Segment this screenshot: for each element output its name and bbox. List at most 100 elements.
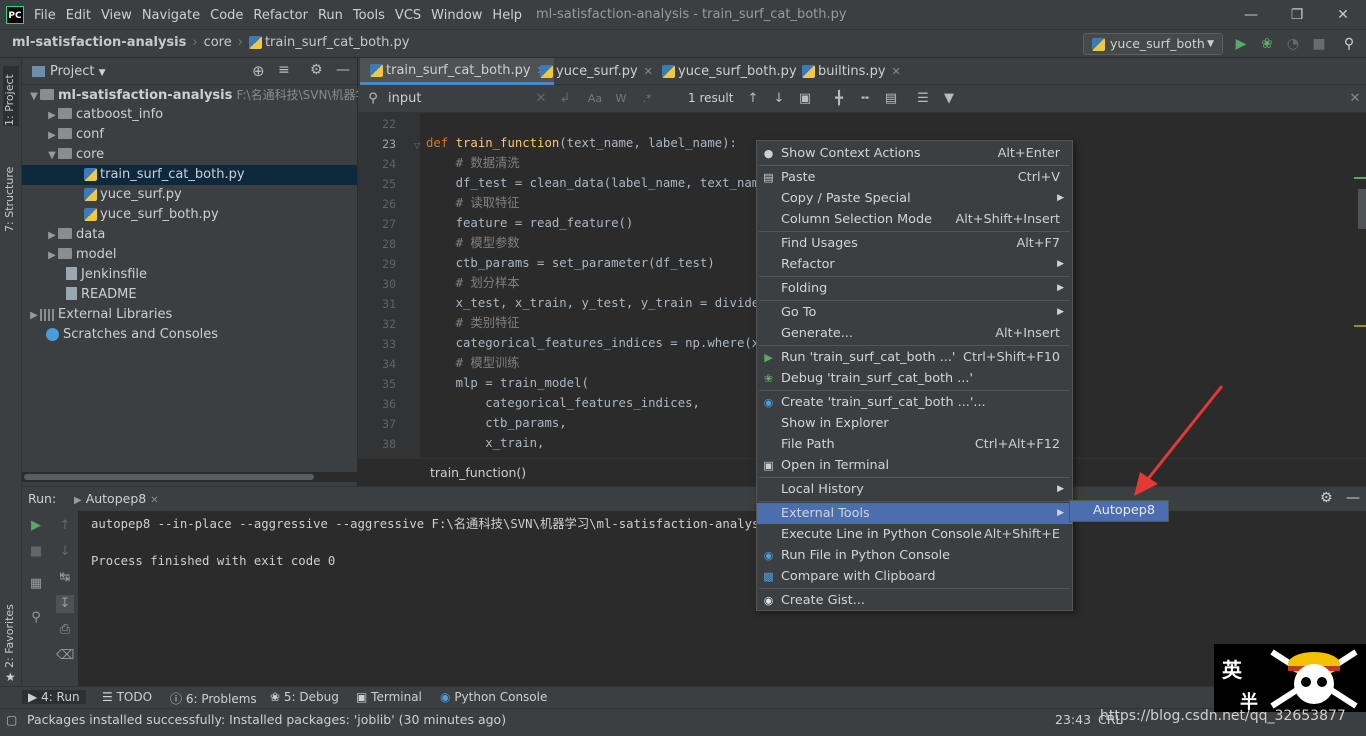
- gear-icon[interactable]: ⚙: [310, 62, 323, 78]
- project-view-select[interactable]: Project ▼: [50, 64, 106, 79]
- caret-position[interactable]: 23:43: [1055, 712, 1091, 727]
- breadcrumb-folder[interactable]: core: [204, 35, 232, 50]
- close-icon[interactable]: ✕: [1346, 90, 1364, 108]
- menu-item-folding[interactable]: Folding ▶: [757, 278, 1072, 299]
- menu-item-open-in-terminal[interactable]: ▣ Open in Terminal: [757, 455, 1072, 476]
- menu-item-debug[interactable]: ❀ Debug 'train_surf_cat_both ...': [757, 368, 1072, 389]
- minimize-icon[interactable]: —: [1228, 0, 1274, 30]
- status-toggle-icon[interactable]: ▢: [6, 713, 17, 727]
- menu-item-file-path[interactable]: File Path Ctrl+Alt+F12: [757, 434, 1072, 455]
- debug-icon[interactable]: ❀: [1258, 35, 1276, 53]
- locate-icon[interactable]: ⊕: [252, 62, 265, 80]
- expand-icon[interactable]: ▶: [46, 246, 58, 266]
- tree-item-catboost-info[interactable]: ▶ catboost_info: [22, 105, 357, 125]
- menu-item-show-in-explorer[interactable]: Show in Explorer: [757, 413, 1072, 434]
- tab-debug[interactable]: ❀ 5: Debug: [270, 690, 339, 704]
- collapse-all-icon[interactable]: ≡: [278, 62, 290, 78]
- menu-item-copy-paste-special[interactable]: Copy / Paste Special ▶: [757, 188, 1072, 209]
- menu-run[interactable]: Run: [318, 8, 351, 23]
- close-icon[interactable]: ✕: [892, 58, 901, 85]
- status-message[interactable]: Packages installed successfully: Install…: [27, 712, 506, 727]
- menu-item-refactor[interactable]: Refactor ▶: [757, 254, 1072, 275]
- menu-refactor[interactable]: Refactor: [253, 8, 316, 23]
- options-icon[interactable]: ☰: [914, 90, 932, 108]
- menu-item-execute-line[interactable]: Execute Line in Python Console Alt+Shift+…: [757, 524, 1072, 545]
- run-config-select[interactable]: yuce_surf_both ▼: [1083, 33, 1223, 55]
- stop-icon[interactable]: ■: [1310, 35, 1328, 53]
- horizontal-scrollbar[interactable]: [22, 472, 357, 482]
- arrow-up-icon[interactable]: ↑: [744, 90, 762, 108]
- menu-item-column-selection-mode[interactable]: Column Selection Mode Alt+Shift+Insert: [757, 209, 1072, 230]
- tab-run[interactable]: ▶ 4: Run: [22, 690, 86, 704]
- tab-python-console[interactable]: ◉ Python Console: [440, 690, 547, 704]
- expand-icon[interactable]: ▼: [46, 146, 58, 166]
- remove-occurrence-icon[interactable]: ╍: [856, 90, 874, 108]
- menu-item-compare-clipboard[interactable]: ▩ Compare with Clipboard: [757, 566, 1072, 587]
- breadcrumb-project[interactable]: ml-satisfaction-analysis: [12, 35, 186, 50]
- menu-item-find-usages[interactable]: Find Usages Alt+F7: [757, 233, 1072, 254]
- submenu-item-autopep8[interactable]: Autopep8: [1070, 501, 1168, 521]
- tab-yuce-surf[interactable]: yuce_surf.py ✕: [530, 58, 661, 85]
- expand-icon[interactable]: ▶: [46, 106, 58, 126]
- new-line-icon[interactable]: ↲: [556, 90, 574, 108]
- tab-project[interactable]: 1: Project: [3, 66, 19, 126]
- menu-window[interactable]: Window: [431, 8, 490, 23]
- tree-root[interactable]: ▼ ml-satisfaction-analysis F:\名通科技\SVN\机器…: [22, 85, 379, 107]
- rerun-icon[interactable]: ▶: [27, 517, 45, 535]
- vertical-scrollbar-thumb[interactable]: [1358, 189, 1366, 229]
- clear-icon[interactable]: ✕: [532, 90, 550, 108]
- tree-item-data[interactable]: ▶ data: [22, 225, 357, 245]
- menu-item-run[interactable]: ▶ Run 'train_surf_cat_both ...' Ctrl+Shift…: [757, 347, 1072, 368]
- trash-icon[interactable]: ⌫: [56, 647, 74, 665]
- menu-item-show-context-actions[interactable]: ● Show Context Actions Alt+Enter: [757, 143, 1072, 164]
- menu-item-generate[interactable]: Generate... Alt+Insert: [757, 323, 1072, 344]
- menu-item-run-file-in-console[interactable]: ◉ Run File in Python Console: [757, 545, 1072, 566]
- menu-code[interactable]: Code: [210, 8, 251, 23]
- print-icon[interactable]: ⎙: [56, 621, 74, 639]
- tree-item-readme[interactable]: README: [22, 285, 357, 305]
- whole-words-icon[interactable]: W: [612, 90, 630, 108]
- arrow-down-icon[interactable]: ↓: [770, 90, 788, 108]
- regex-icon[interactable]: .*: [638, 90, 656, 108]
- tab-terminal[interactable]: ▣ Terminal: [356, 690, 422, 704]
- menu-edit[interactable]: Edit: [66, 8, 99, 23]
- arrow-down-icon[interactable]: ↓: [56, 543, 74, 561]
- tree-item-scratches[interactable]: Scratches and Consoles: [22, 325, 357, 345]
- layout-icon[interactable]: ▦: [27, 575, 45, 593]
- menu-view[interactable]: View: [101, 8, 140, 23]
- menu-tools[interactable]: Tools: [353, 8, 393, 23]
- menu-navigate[interactable]: Navigate: [142, 8, 208, 23]
- pin-icon[interactable]: ⚲: [27, 609, 45, 627]
- tree-item-yuce-surf-both[interactable]: yuce_surf_both.py: [22, 205, 357, 225]
- expand-icon[interactable]: ▶: [46, 226, 58, 246]
- menu-item-external-tools[interactable]: External Tools ▶: [757, 503, 1072, 524]
- menu-vcs[interactable]: VCS: [395, 8, 429, 23]
- tab-problems[interactable]: ⓘ 6: Problems: [170, 690, 257, 707]
- gear-icon[interactable]: ⚙: [1320, 490, 1333, 506]
- tab-train-surf-cat-both[interactable]: train_surf_cat_both.py✕: [360, 58, 554, 85]
- select-all-icon[interactable]: ▣: [796, 90, 814, 108]
- arrow-up-icon[interactable]: ↑: [56, 517, 74, 535]
- tree-item-jenkinsfile[interactable]: Jenkinsfile: [22, 265, 357, 285]
- tab-favorites[interactable]: 2: Favorites: [3, 594, 19, 668]
- run-icon[interactable]: ▶: [1232, 35, 1250, 53]
- restore-icon[interactable]: ❐: [1274, 0, 1320, 30]
- search-icon[interactable]: ⚲: [364, 90, 382, 108]
- run-console[interactable]: [22, 511, 1366, 686]
- coverage-icon[interactable]: ◔: [1284, 35, 1302, 53]
- expand-icon[interactable]: ▶: [46, 126, 58, 146]
- add-occurrence-icon[interactable]: ╋: [830, 90, 848, 108]
- editor-breadcrumb-function[interactable]: train_function(): [430, 465, 526, 480]
- close-icon[interactable]: ✕: [1320, 0, 1366, 30]
- tree-item-yuce-surf[interactable]: yuce_surf.py: [22, 185, 357, 205]
- tree-item-external-libraries[interactable]: ▶ External Libraries: [22, 305, 357, 325]
- scroll-to-end-icon[interactable]: ↧: [56, 595, 74, 613]
- expand-icon[interactable]: ▼: [28, 87, 40, 107]
- tree-item-core[interactable]: ▼ core: [22, 145, 357, 165]
- tab-todo[interactable]: ☰ TODO: [102, 690, 152, 704]
- tree-item-conf[interactable]: ▶ conf: [22, 125, 357, 145]
- hide-icon[interactable]: —: [336, 62, 350, 78]
- menu-file[interactable]: File: [34, 8, 64, 23]
- menu-item-create-gist[interactable]: ◉ Create Gist...: [757, 590, 1072, 611]
- run-tab-autopep8[interactable]: ▶ Autopep8 ✕: [74, 491, 159, 506]
